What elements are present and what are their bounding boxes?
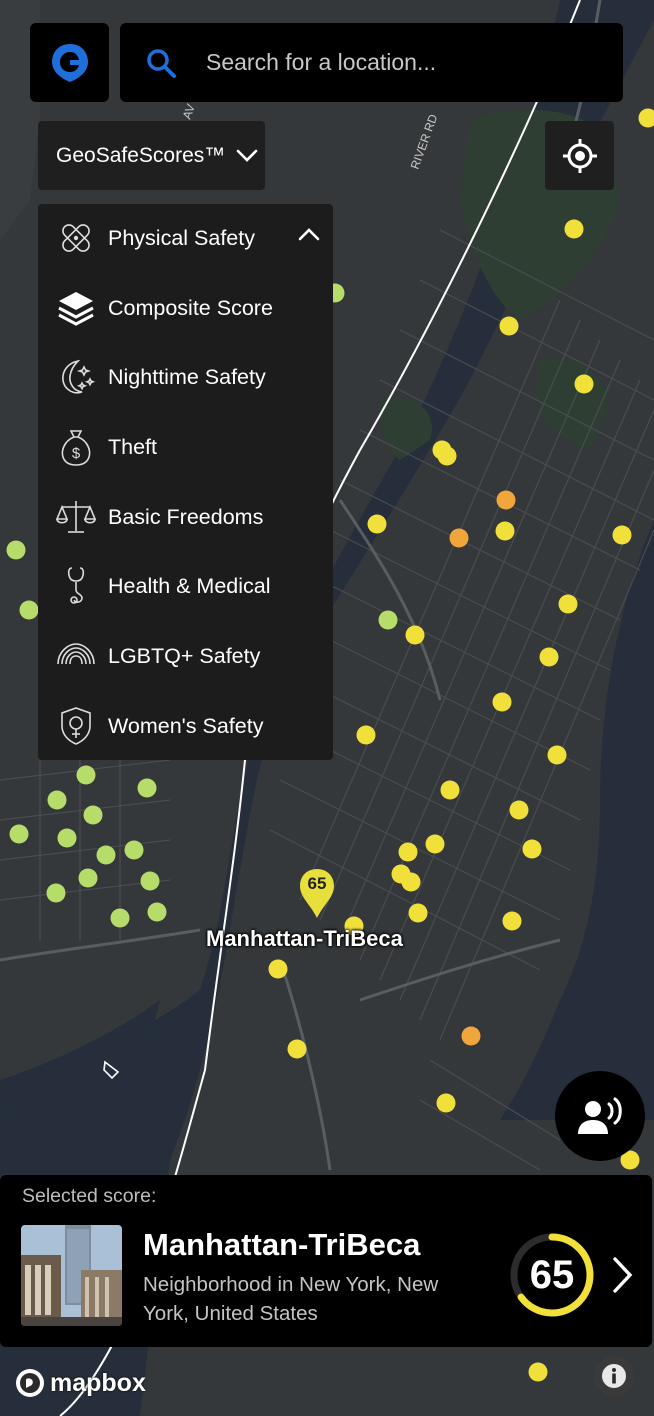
app-root: RIVER RD AV 65 Manhattan-TriBeca GeoSafe… xyxy=(0,0,654,1416)
score-dot[interactable] xyxy=(440,780,460,800)
menu-item-label: Women's Safety xyxy=(108,713,264,738)
score-dot[interactable] xyxy=(547,745,567,765)
score-dot[interactable] xyxy=(46,883,66,903)
score-dot[interactable] xyxy=(47,790,67,810)
location-description: Neighborhood in New York, New York, Unit… xyxy=(143,1273,439,1325)
mapbox-logo-icon xyxy=(16,1369,44,1397)
score-dot[interactable] xyxy=(522,839,542,859)
score-dot[interactable] xyxy=(492,692,512,712)
score-dot[interactable] xyxy=(496,490,516,510)
score-dot[interactable] xyxy=(574,374,594,394)
menu-item-composite-score[interactable]: Composite Score xyxy=(38,274,333,342)
map-pin-label[interactable]: Manhattan-TriBeca xyxy=(206,926,403,952)
menu-item-label: Composite Score xyxy=(108,295,273,320)
score-dot[interactable] xyxy=(461,1026,481,1046)
voice-person-icon xyxy=(578,1097,622,1134)
svg-text:$: $ xyxy=(72,445,81,462)
score-dot[interactable] xyxy=(502,911,522,931)
score-dot[interactable] xyxy=(96,845,116,865)
info-button[interactable] xyxy=(594,1356,634,1396)
scores-dropdown-label: GeoSafeScores™ xyxy=(56,143,226,167)
score-dot[interactable] xyxy=(436,1093,456,1113)
menu-item-label: Basic Freedoms xyxy=(108,504,264,529)
score-dot[interactable] xyxy=(405,625,425,645)
menu-item-label: Health & Medical xyxy=(108,573,271,598)
voice-assistant-button[interactable] xyxy=(555,1071,645,1161)
menu-item-label: Theft xyxy=(108,434,157,459)
locate-me-button[interactable] xyxy=(545,121,614,190)
score-dot[interactable] xyxy=(110,908,130,928)
moon-stars-icon xyxy=(52,353,100,401)
score-dot[interactable] xyxy=(509,800,529,820)
selected-score-label: Selected score: xyxy=(22,1185,157,1207)
score-dot[interactable] xyxy=(528,1362,548,1382)
score-dot[interactable] xyxy=(437,446,457,466)
menu-item-theft[interactable]: $ Theft xyxy=(38,413,333,481)
score-dot[interactable] xyxy=(57,828,77,848)
score-dot[interactable] xyxy=(398,842,418,862)
chevron-down-icon xyxy=(236,149,258,162)
score-dot[interactable] xyxy=(558,594,578,614)
menu-item-womens-safety[interactable]: Women's Safety xyxy=(38,692,333,760)
score-dot[interactable] xyxy=(495,521,515,541)
location-name: Manhattan-TriBeca xyxy=(143,1227,421,1262)
mapbox-attribution[interactable]: mapbox xyxy=(14,1367,146,1399)
score-dot[interactable] xyxy=(539,647,559,667)
search-bar[interactable] xyxy=(120,23,623,102)
rainbow-icon xyxy=(52,632,100,680)
female-shield-icon xyxy=(52,702,100,750)
app-logo-button[interactable] xyxy=(30,23,109,102)
menu-item-label: Nighttime Safety xyxy=(108,364,266,389)
money-bag-icon: $ xyxy=(52,423,100,471)
menu-item-health-medical[interactable]: Health & Medical xyxy=(38,552,333,620)
score-dot[interactable] xyxy=(287,1039,307,1059)
score-dot[interactable] xyxy=(78,868,98,888)
scales-icon xyxy=(52,493,100,541)
info-icon xyxy=(602,1364,626,1388)
score-dot[interactable] xyxy=(76,765,96,785)
stethoscope-icon xyxy=(52,562,100,610)
chevron-up-icon xyxy=(298,228,320,241)
score-dot[interactable] xyxy=(612,525,632,545)
selected-score-panel[interactable]: Selected score: Manhattan-TriBeca Neighb… xyxy=(0,1175,652,1347)
scores-dropdown-button[interactable]: GeoSafeScores™ xyxy=(38,121,265,190)
score-dot[interactable] xyxy=(499,316,519,336)
bandage-icon xyxy=(52,214,100,262)
score-dot[interactable] xyxy=(356,725,376,745)
score-dot[interactable] xyxy=(19,600,39,620)
score-dot[interactable] xyxy=(449,528,469,548)
score-dot[interactable] xyxy=(147,902,167,922)
score-dot[interactable] xyxy=(401,872,421,892)
crosshair-icon xyxy=(562,138,597,173)
menu-item-label: LGBTQ+ Safety xyxy=(108,643,261,668)
menu-item-nighttime-safety[interactable]: Nighttime Safety xyxy=(38,343,333,411)
layers-icon xyxy=(52,284,100,332)
score-dot[interactable] xyxy=(408,903,428,923)
map-pin-value: 65 xyxy=(307,874,327,893)
location-thumbnail xyxy=(21,1225,122,1326)
menu-item-lgbtq-safety[interactable]: LGBTQ+ Safety xyxy=(38,622,333,690)
score-type-menu: Physical Safety Composite Score Nighttim… xyxy=(38,204,333,760)
search-input[interactable] xyxy=(204,48,608,77)
score-dot[interactable] xyxy=(564,219,584,239)
menu-item-basic-freedoms[interactable]: Basic Freedoms xyxy=(38,483,333,551)
score-value: 65 xyxy=(529,1252,575,1297)
score-dot[interactable] xyxy=(425,834,445,854)
score-dot[interactable] xyxy=(367,514,387,534)
score-dot[interactable] xyxy=(268,959,288,979)
menu-item-physical-safety[interactable]: Physical Safety xyxy=(38,204,333,272)
score-dot[interactable] xyxy=(6,540,26,560)
chevron-right-icon[interactable] xyxy=(610,1255,636,1295)
score-dot[interactable] xyxy=(83,805,103,825)
menu-item-label: Physical Safety xyxy=(108,225,255,250)
score-dot[interactable] xyxy=(9,824,29,844)
score-dot[interactable] xyxy=(140,871,160,891)
score-dot[interactable] xyxy=(137,778,157,798)
score-dot[interactable] xyxy=(378,610,398,630)
score-dot[interactable] xyxy=(124,840,144,860)
search-icon xyxy=(147,48,176,78)
mapbox-text: mapbox xyxy=(50,1368,146,1397)
geosafe-logo-icon xyxy=(51,43,88,82)
